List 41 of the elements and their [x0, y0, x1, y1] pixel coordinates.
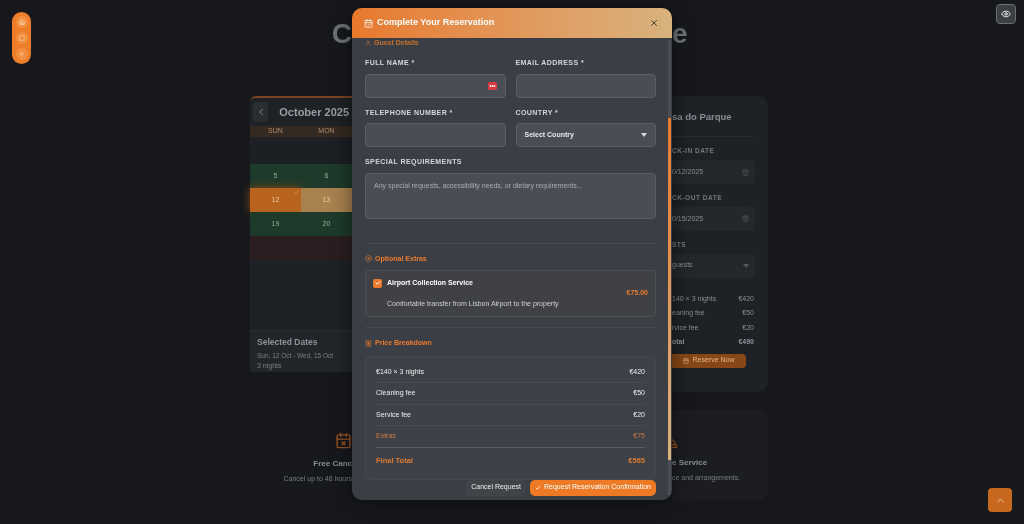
calendar-icon	[742, 168, 749, 176]
calendar-icon	[742, 215, 749, 223]
visibility-button[interactable]	[996, 4, 1016, 24]
eye-icon	[1001, 9, 1011, 19]
property-title: sa do Parque	[672, 110, 733, 124]
close-icon	[649, 18, 659, 28]
check-icon	[374, 280, 381, 287]
scroll-to-top-button[interactable]	[988, 488, 1012, 512]
user-icon	[365, 40, 371, 46]
receipt-icon	[365, 339, 372, 347]
text-field[interactable]	[365, 123, 506, 147]
feature-title: Free Canc	[313, 458, 352, 470]
check-icon	[294, 190, 299, 195]
home-icon	[18, 19, 25, 25]
text-field[interactable]	[365, 73, 506, 98]
checkbox[interactable]	[373, 278, 382, 288]
dialog-title: Complete Your Reservation	[377, 16, 495, 30]
page-title: e	[672, 18, 688, 49]
chat-bubble-icon	[18, 35, 25, 41]
feature-title: e Service	[672, 457, 708, 469]
home-button[interactable]	[15, 16, 28, 28]
selected-dates-title: Selected Dates	[257, 336, 319, 349]
text-field[interactable]	[515, 73, 656, 98]
back-button[interactable]	[15, 48, 28, 60]
chat-button[interactable]	[15, 32, 28, 44]
previous-month-button[interactable]	[253, 102, 269, 122]
scrollbar-thumb[interactable]	[668, 118, 671, 460]
calendar-day[interactable]	[301, 236, 352, 260]
dropdown-caret-icon	[641, 133, 647, 137]
autofill-badge-icon[interactable]	[487, 81, 497, 90]
arrow-left-icon	[18, 51, 25, 57]
month-title: October 2025	[279, 104, 349, 120]
calendar-check-icon	[364, 18, 373, 28]
plus-circle-icon	[365, 255, 372, 263]
calendar-check-icon	[683, 357, 690, 364]
check-icon	[535, 484, 541, 491]
dropdown-caret-icon	[743, 263, 749, 268]
calendar-day[interactable]	[250, 236, 301, 260]
calendar-x-icon	[335, 432, 352, 449]
page-title: C	[331, 17, 352, 51]
close-button[interactable]	[648, 17, 660, 29]
